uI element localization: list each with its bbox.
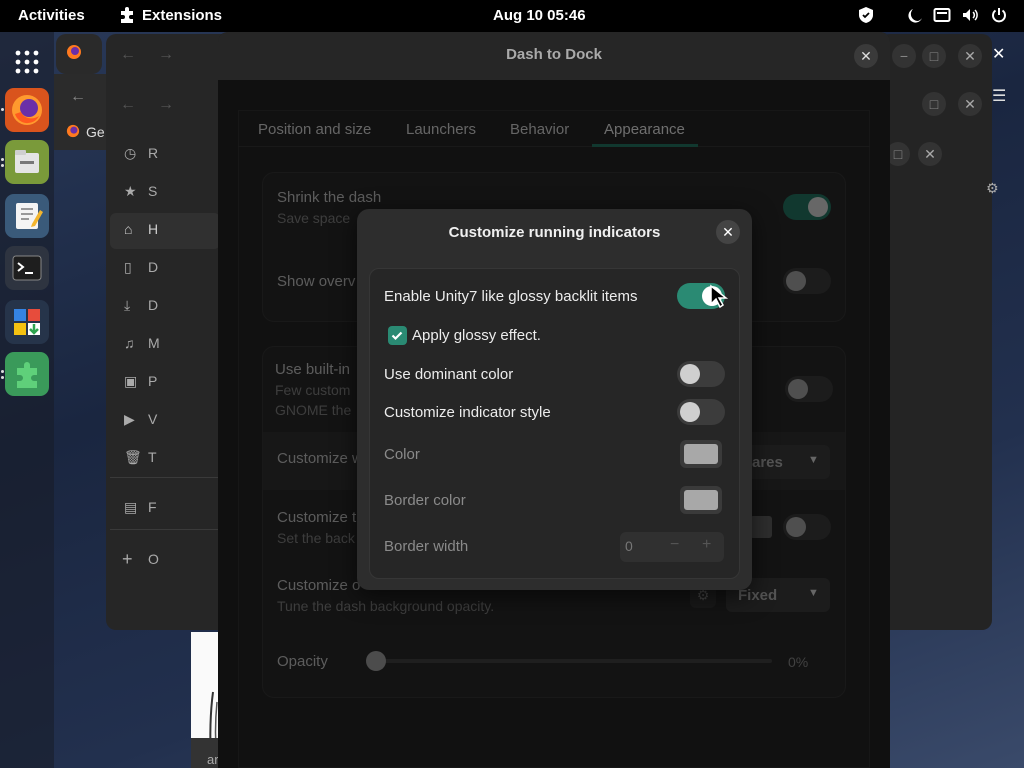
sidebar-item-music[interactable]: M [148,335,160,351]
running-indicator [1,158,4,161]
dominant-color-label: Use dominant color [384,366,514,383]
sidebar-item-recent[interactable]: R [148,145,158,161]
home-icon: ⌂ [124,221,133,237]
picture-icon[interactable]: ▣ [124,373,137,390]
plus-icon[interactable]: + [122,549,133,570]
bg-caption: ar [191,738,221,768]
bg-window-right: − □ ✕ □ ✕ □ ✕ ⚙ [880,34,999,630]
dialog-close-button[interactable]: ✕ [716,220,740,244]
dominant-color-switch[interactable] [677,361,725,387]
border-width-spinbutton[interactable]: 0 − + [620,532,724,562]
prefs-title: Dash to Dock [506,46,602,63]
indicator-style-label: Customize indicator style [384,404,551,421]
running-indicator [1,376,4,379]
sidebar-item-documents[interactable]: D [148,259,158,275]
border-width-label: Border width [384,538,469,555]
mouse-cursor-icon [708,284,730,313]
moon-icon[interactable] [906,6,926,26]
running-indicator [1,108,4,111]
sidebar-item-label: H [148,221,159,237]
screen-icon[interactable] [933,6,953,26]
document-icon[interactable]: ▯ [124,259,132,276]
sidebar-item-trash[interactable]: T [148,449,157,465]
star-icon[interactable]: ★ [124,183,137,200]
divider [110,529,220,530]
sidebar-item-videos[interactable]: V [148,411,157,427]
music-icon[interactable]: ♫ [124,335,135,351]
text-editor-icon[interactable] [5,194,49,238]
close-button[interactable]: ✕ [918,142,942,166]
clock[interactable]: Aug 10 05:46 [493,7,586,24]
forward-arrow-icon[interactable]: → [158,46,174,64]
bg-tab-label: Ge [86,124,105,140]
indicator-style-switch[interactable] [677,399,725,425]
app-grid-icon[interactable] [15,50,39,74]
sidebar-item-starred[interactable]: S [148,183,157,199]
minimize-button[interactable]: − [892,44,916,68]
apply-glossy-label: Apply glossy effect. [412,327,541,344]
maximize-button[interactable]: □ [922,92,946,116]
maximize-button[interactable]: □ [922,44,946,68]
sidebar-item-pictures[interactable]: P [148,373,157,389]
border-color-picker-button[interactable] [680,486,722,514]
power-icon[interactable] [990,6,1010,26]
firefox-small-icon [66,124,80,141]
decrement-button[interactable]: − [670,536,679,554]
bg-browser-tab: ← Ge [54,74,114,150]
sidebar-item-other[interactable]: O [148,551,159,567]
bg-tab-firefox[interactable] [56,34,102,74]
back-arrow-icon[interactable]: ← [70,88,86,106]
border-color-label: Border color [384,492,466,509]
forward-arrow-icon[interactable]: → [158,96,174,114]
back-arrow-icon[interactable]: ← [120,96,136,114]
close-button[interactable]: ✕ [958,92,982,116]
bg-sidebar: ◷ R ★ S ⌂ H ▯ D ⤓ D ♫ M ▣ P ▶ V 🗑 T ▤ F … [110,135,220,595]
clock-icon[interactable]: ◷ [124,145,136,162]
sidebar-item-downloads[interactable]: D [148,297,158,313]
download-icon[interactable]: ⤓ [124,297,130,314]
divider [110,477,220,478]
files-icon[interactable] [5,140,49,184]
glossy-label: Enable Unity7 like glossy backlit items [384,288,638,305]
running-indicator [1,164,4,167]
menu-icon[interactable]: ☰ [992,86,1006,106]
back-arrow-icon[interactable]: ← [120,46,136,64]
close-button[interactable]: ✕ [854,44,878,68]
color-picker-button[interactable] [680,440,722,468]
close-icon[interactable]: ✕ [992,44,1005,64]
app-menu-label[interactable]: Extensions [142,7,222,24]
software-center-icon[interactable] [5,300,49,344]
top-bar: Activities Extensions Aug 10 05:46 [0,0,1024,32]
shield-icon[interactable] [858,6,878,26]
dock [0,32,54,768]
increment-button[interactable]: + [702,536,711,554]
color-label: Color [384,446,420,463]
running-indicator [1,370,4,373]
sidebar-item-filesystem[interactable]: F [148,499,157,515]
volume-icon[interactable] [961,6,981,26]
puzzle-icon [118,6,138,26]
dialog-title: Customize running indicators [448,224,661,241]
drive-icon[interactable]: ▤ [124,499,137,516]
close-button[interactable]: ✕ [958,44,982,68]
activities-button[interactable]: Activities [18,7,85,24]
gear-icon[interactable]: ⚙ [986,180,999,197]
extensions-icon[interactable] [5,352,49,396]
bg-caption-text: ar [207,752,219,767]
terminal-icon[interactable] [5,246,49,290]
firefox-icon[interactable] [5,88,49,132]
trash-icon[interactable]: 🗑 [124,449,142,466]
firefox-small-icon [66,44,82,63]
border-width-value[interactable]: 0 [625,538,633,554]
apply-glossy-checkbox[interactable] [388,326,407,345]
video-icon[interactable]: ▶ [124,411,135,428]
